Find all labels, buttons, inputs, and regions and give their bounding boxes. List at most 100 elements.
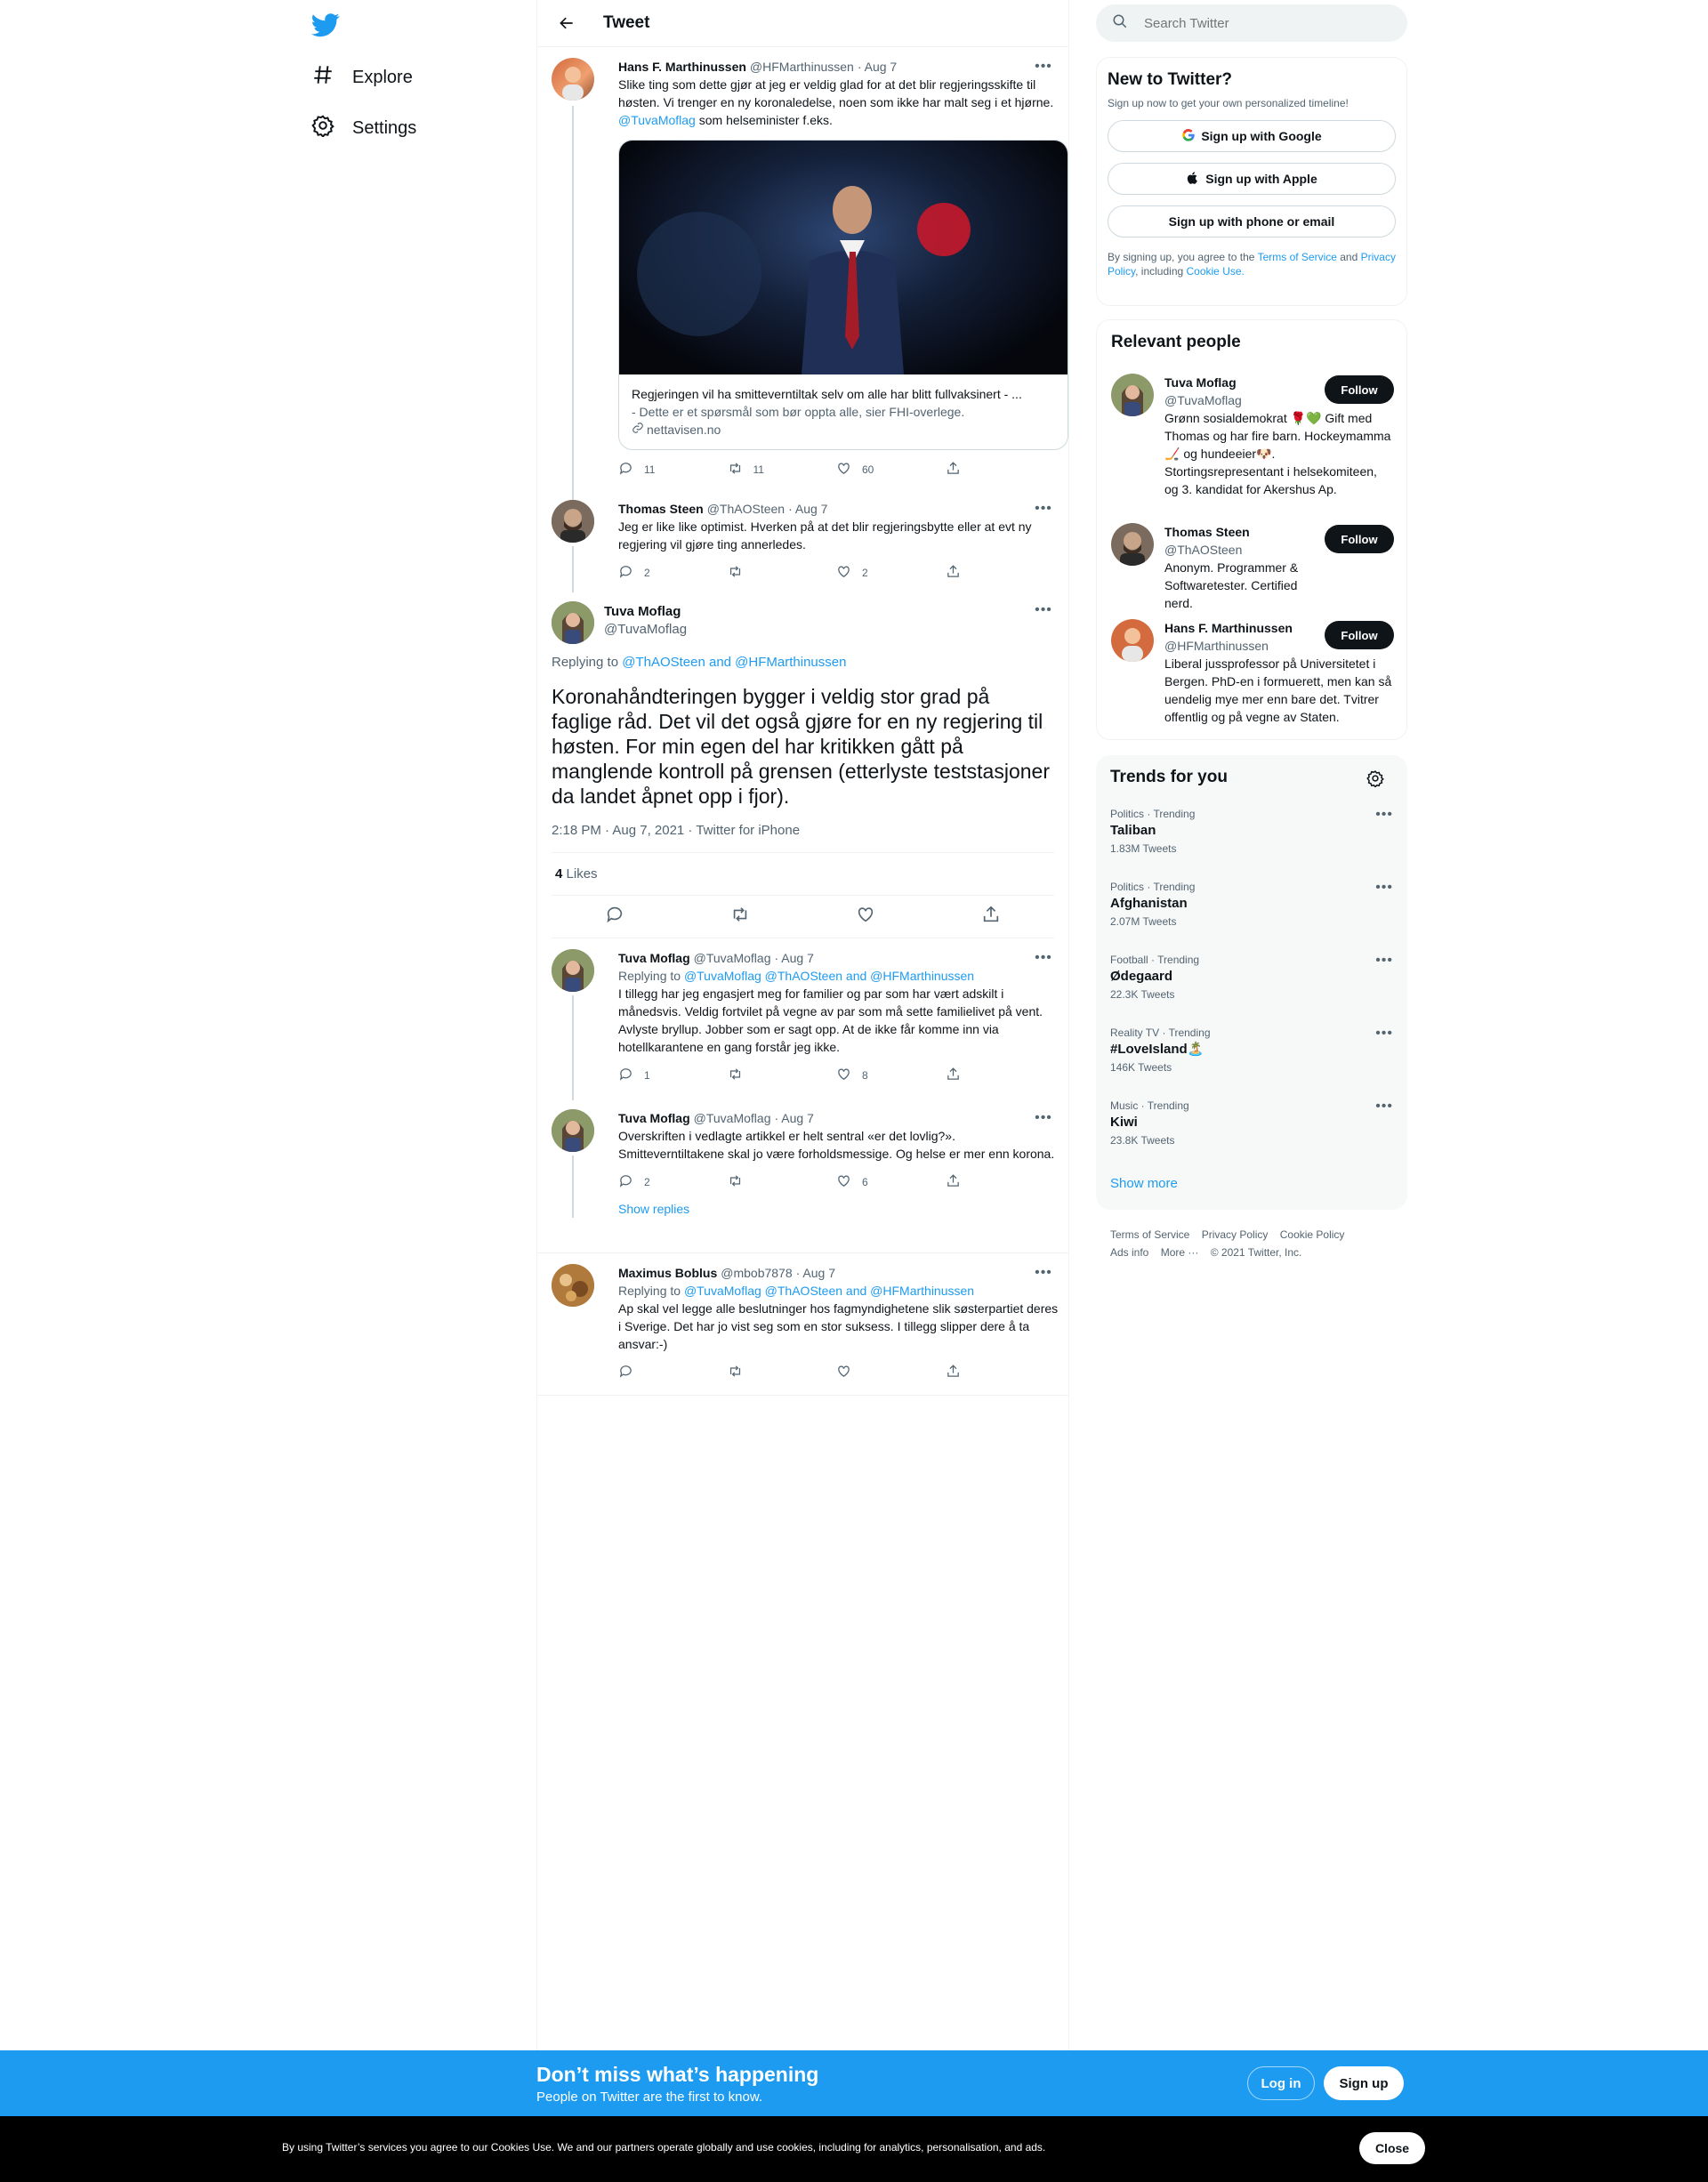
more-options-icon[interactable]: ••• bbox=[1033, 602, 1054, 620]
show-more-link[interactable]: Show more bbox=[1110, 1176, 1178, 1191]
like-button[interactable] bbox=[836, 1364, 946, 1381]
avatar[interactable] bbox=[1111, 523, 1154, 566]
trend-item[interactable]: Reality TV · Trending #LoveIsland🏝️ 146K… bbox=[1110, 1026, 1393, 1075]
person-name[interactable]: Tuva Moflag bbox=[1164, 374, 1326, 391]
avatar[interactable] bbox=[552, 949, 594, 992]
more-options-icon[interactable]: ••• bbox=[1375, 1099, 1393, 1115]
person-handle[interactable]: @TuvaMoflag bbox=[1164, 391, 1326, 409]
like-button[interactable]: 2 bbox=[836, 564, 946, 582]
terms-link[interactable]: Terms of Service bbox=[1258, 251, 1337, 263]
tweet-date[interactable]: · Aug 7 bbox=[796, 1264, 835, 1282]
footer-ads-link[interactable]: Ads info bbox=[1110, 1246, 1148, 1259]
more-options-icon[interactable]: ••• bbox=[1375, 953, 1393, 969]
reply-button[interactable]: 2 bbox=[618, 564, 728, 582]
gear-icon[interactable] bbox=[1366, 769, 1384, 792]
close-button[interactable]: Close bbox=[1359, 2132, 1425, 2164]
trend-item[interactable]: Politics · Trending Afghanistan 2.07M Tw… bbox=[1110, 880, 1393, 930]
tweet-date[interactable]: · Aug 7 bbox=[788, 500, 827, 518]
tweet-date[interactable]: · Aug 7 bbox=[858, 58, 897, 76]
retweet-icon[interactable] bbox=[730, 905, 750, 929]
avatar[interactable] bbox=[552, 1264, 594, 1307]
author-name[interactable]: Maximus Boblus bbox=[618, 1264, 717, 1282]
tweet-timestamp[interactable]: 2:18 PM · Aug 7, 2021 · Twitter for iPho… bbox=[552, 823, 1054, 838]
apple-signup-button[interactable]: Sign up with Apple bbox=[1108, 163, 1396, 195]
share-icon[interactable] bbox=[981, 905, 1001, 929]
reply-button[interactable]: 2 bbox=[618, 1173, 728, 1191]
retweet-button[interactable]: 11 bbox=[728, 461, 837, 479]
person-handle[interactable]: @ThAOSteen bbox=[1164, 541, 1326, 559]
person-name[interactable]: Thomas Steen bbox=[1164, 523, 1326, 541]
author-handle[interactable]: @ThAOSteen bbox=[707, 500, 785, 518]
trend-item[interactable]: Politics · Trending Taliban 1.83M Tweets… bbox=[1110, 807, 1393, 857]
author-name[interactable]: Hans F. Marthinussen bbox=[618, 58, 746, 76]
retweet-button[interactable] bbox=[728, 1067, 837, 1084]
mention-link[interactable]: @TuvaMoflag bbox=[618, 113, 696, 127]
thread-tweet[interactable]: ••• Thomas Steen @ThAOSteen · Aug 7 Jeg … bbox=[537, 489, 1068, 592]
reply-button[interactable]: 11 bbox=[618, 461, 728, 479]
footer-cookie-link[interactable]: Cookie Policy bbox=[1280, 1228, 1345, 1241]
login-button[interactable]: Log in bbox=[1247, 2066, 1315, 2100]
cookie-link[interactable]: Cookie Use. bbox=[1187, 265, 1245, 278]
likes-stat[interactable]: 4 Likes bbox=[552, 852, 1054, 896]
share-button[interactable] bbox=[946, 461, 1055, 479]
author-name[interactable]: Tuva Moflag bbox=[604, 603, 1054, 621]
follow-button[interactable]: Follow bbox=[1325, 621, 1394, 649]
trend-item[interactable]: Music · Trending Kiwi 23.8K Tweets ••• bbox=[1110, 1099, 1393, 1148]
reply-button[interactable] bbox=[618, 1364, 728, 1381]
footer-terms-link[interactable]: Terms of Service bbox=[1110, 1228, 1189, 1241]
author-handle[interactable]: @HFMarthinussen bbox=[750, 58, 854, 76]
author-name[interactable]: Thomas Steen bbox=[618, 500, 704, 518]
back-arrow-icon[interactable] bbox=[552, 8, 582, 38]
share-button[interactable] bbox=[946, 1364, 1055, 1381]
like-button[interactable]: 60 bbox=[836, 461, 946, 479]
more-options-icon[interactable]: ••• bbox=[1033, 1265, 1054, 1283]
trend-item[interactable]: Football · Trending Ødegaard 22.3K Tweet… bbox=[1110, 953, 1393, 1002]
search-box[interactable] bbox=[1096, 4, 1407, 42]
footer-more-link[interactable]: More ··· bbox=[1161, 1246, 1199, 1259]
search-input[interactable] bbox=[1144, 15, 1384, 31]
avatar[interactable] bbox=[552, 58, 594, 101]
author-handle[interactable]: @TuvaMoflag bbox=[604, 621, 1054, 639]
more-options-icon[interactable]: ••• bbox=[1375, 880, 1393, 896]
like-button[interactable]: 8 bbox=[836, 1067, 946, 1084]
google-signup-button[interactable]: Sign up with Google bbox=[1108, 120, 1396, 152]
replying-to-link[interactable]: @TuvaMoflag @ThAOSteen and @HFMarthinuss… bbox=[684, 1284, 974, 1298]
reply-icon[interactable] bbox=[605, 905, 624, 929]
more-options-icon[interactable]: ••• bbox=[1033, 1110, 1054, 1128]
phone-signup-button[interactable]: Sign up with phone or email bbox=[1108, 205, 1396, 238]
more-options-icon[interactable]: ••• bbox=[1033, 501, 1054, 519]
avatar[interactable] bbox=[552, 500, 594, 543]
avatar[interactable] bbox=[1111, 374, 1154, 416]
more-options-icon[interactable]: ••• bbox=[1033, 950, 1054, 968]
author-handle[interactable]: @mbob7878 bbox=[721, 1264, 792, 1282]
avatar[interactable] bbox=[552, 1109, 594, 1152]
author-handle[interactable]: @TuvaMoflag bbox=[694, 1109, 771, 1127]
tweet-date[interactable]: · Aug 7 bbox=[774, 1109, 813, 1127]
person-card[interactable]: Hans F. Marthinussen @HFMarthinussen Lib… bbox=[1111, 619, 1394, 726]
author-name[interactable]: Tuva Moflag bbox=[618, 1109, 690, 1127]
avatar[interactable] bbox=[552, 601, 594, 644]
like-button[interactable]: 6 bbox=[836, 1173, 946, 1191]
link-card[interactable]: Regjeringen vil ha smitteverntiltak selv… bbox=[618, 140, 1068, 450]
signup-button[interactable]: Sign up bbox=[1324, 2066, 1404, 2100]
share-button[interactable] bbox=[946, 1173, 1055, 1191]
retweet-button[interactable] bbox=[728, 1173, 837, 1191]
follow-button[interactable]: Follow bbox=[1325, 375, 1394, 404]
reply-tweet[interactable]: ••• Tuva Moflag @TuvaMoflag · Aug 7 Over… bbox=[537, 1099, 1068, 1253]
share-button[interactable] bbox=[946, 1067, 1055, 1084]
tweet-date[interactable]: · Aug 7 bbox=[774, 949, 813, 967]
replying-to-link[interactable]: @ThAOSteen and @HFMarthinussen bbox=[622, 655, 846, 670]
retweet-button[interactable] bbox=[728, 564, 837, 582]
more-options-icon[interactable]: ••• bbox=[1033, 59, 1054, 76]
replying-to-link[interactable]: @TuvaMoflag @ThAOSteen and @HFMarthinuss… bbox=[684, 969, 974, 983]
nav-explore[interactable]: Explore bbox=[311, 60, 413, 95]
person-card[interactable]: Tuva Moflag @TuvaMoflag Grønn sosialdemo… bbox=[1111, 374, 1394, 498]
avatar[interactable] bbox=[1111, 619, 1154, 662]
reply-tweet[interactable]: ••• Tuva Moflag @TuvaMoflag · Aug 7 Repl… bbox=[537, 938, 1068, 1100]
person-card[interactable]: Thomas Steen @ThAOSteen Anonym. Programm… bbox=[1111, 523, 1394, 612]
author-handle[interactable]: @TuvaMoflag bbox=[694, 949, 771, 967]
more-options-icon[interactable]: ••• bbox=[1375, 807, 1393, 823]
footer-privacy-link[interactable]: Privacy Policy bbox=[1202, 1228, 1269, 1241]
author-name[interactable]: Tuva Moflag bbox=[618, 949, 690, 967]
follow-button[interactable]: Follow bbox=[1325, 525, 1394, 553]
